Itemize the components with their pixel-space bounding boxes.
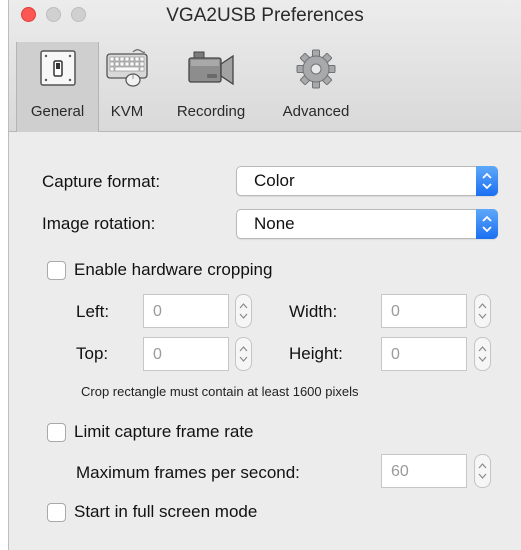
max-fps-field[interactable]: 60 (381, 454, 467, 488)
tab-advanced[interactable]: Advanced (267, 42, 365, 132)
enable-cropping-label: Enable hardware cropping (74, 260, 273, 279)
preferences-window: VGA2USB Preferences General KVM Recordin… (8, 0, 521, 550)
stepper-arrows-icon (239, 346, 248, 362)
switch-icon (39, 50, 76, 86)
width-stepper[interactable] (474, 294, 491, 328)
left-label: Left: (76, 302, 110, 321)
video-camera-icon (188, 51, 234, 86)
width-label: Width: (289, 302, 338, 321)
stepper-arrows-icon (239, 303, 248, 319)
image-rotation-label: Image rotation: (42, 214, 156, 233)
height-field[interactable]: 0 (381, 337, 467, 371)
stepper-arrows-icon (478, 303, 487, 319)
height-stepper[interactable] (474, 337, 491, 371)
top-label: Top: (76, 344, 109, 363)
limit-frame-rate-checkbox[interactable] (47, 423, 66, 442)
gear-icon (296, 49, 336, 89)
left-field[interactable]: 0 (143, 294, 229, 328)
max-fps-stepper[interactable] (474, 454, 491, 488)
fullscreen-label: Start in full screen mode (74, 502, 258, 521)
tab-advanced-label: Advanced (282, 103, 350, 120)
fullscreen-checkbox[interactable] (47, 503, 66, 522)
capture-format-select[interactable]: Color (236, 166, 498, 196)
left-stepper[interactable] (235, 294, 252, 328)
left-value: 0 (153, 303, 162, 320)
crop-note: Crop rectangle must contain at least 160… (81, 384, 359, 399)
window-title: VGA2USB Preferences (166, 5, 364, 26)
tab-recording-label: Recording (176, 103, 246, 120)
tab-kvm-label: KVM (110, 103, 144, 120)
height-label: Height: (289, 344, 343, 363)
toolbar: VGA2USB Preferences General KVM Recordin… (9, 0, 521, 132)
enable-cropping-checkbox[interactable] (47, 261, 66, 280)
height-value: 0 (391, 346, 400, 363)
chevron-updown-icon (476, 209, 498, 239)
tab-recording[interactable]: Recording (155, 42, 267, 132)
capture-format-label: Capture format: (42, 172, 161, 191)
width-value: 0 (391, 303, 400, 320)
max-fps-label: Maximum frames per second: (76, 463, 300, 482)
image-rotation-select[interactable]: None (236, 209, 498, 239)
width-field[interactable]: 0 (381, 294, 467, 328)
keyboard-mouse-icon (106, 49, 148, 87)
tab-general-label: General (30, 103, 85, 120)
top-field[interactable]: 0 (143, 337, 229, 371)
stepper-arrows-icon (478, 463, 487, 479)
capture-format-value: Color (254, 171, 295, 190)
stepper-arrows-icon (478, 346, 487, 362)
top-stepper[interactable] (235, 337, 252, 371)
tab-kvm[interactable]: KVM (99, 42, 155, 132)
image-rotation-value: None (254, 214, 295, 233)
max-fps-value: 60 (391, 463, 409, 480)
general-pane: Capture format: Color Image rotation: No… (9, 132, 521, 550)
limit-frame-rate-label: Limit capture frame rate (74, 422, 254, 441)
top-value: 0 (153, 346, 162, 363)
chevron-updown-icon (476, 166, 498, 196)
tab-general[interactable]: General (16, 42, 99, 132)
